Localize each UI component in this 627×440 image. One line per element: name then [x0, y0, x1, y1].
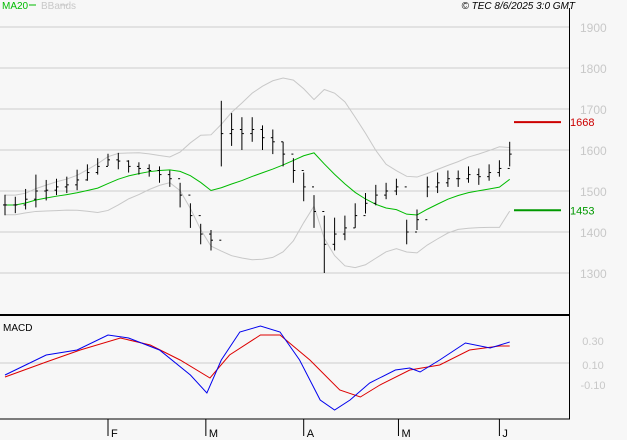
macd-line: [4, 325, 510, 411]
price-tick-label: 1800: [580, 62, 607, 76]
month-label: M: [209, 428, 218, 440]
copyright-timestamp: © TEC 8/6/2025 3:0 GMT: [461, 1, 575, 12]
stock-chart: 1300 1400 1500 1600 1700 1800 1900 0.30 0.10 -0.1…: [0, 0, 627, 440]
month-label: J: [502, 428, 508, 440]
chart-canvas: 1300 1400 1500 1600 1700 1800 1900 0.30 0.10 -0.1…: [0, 1, 607, 440]
price-tick-label: 1600: [580, 144, 607, 158]
price-tick-label: 1900: [580, 21, 607, 35]
bollinger-upper-band: [5, 77, 510, 196]
macd-tick-label: 0.10: [582, 360, 603, 372]
macd-tick-label: 0.30: [582, 336, 603, 348]
macd-signal-line: [4, 334, 510, 398]
month-label: A: [307, 428, 315, 440]
month-label: M: [401, 428, 410, 440]
price-tick-label: 1300: [580, 267, 607, 281]
resistance-level-label: 1668: [570, 117, 594, 129]
price-tick-label: 1500: [580, 185, 607, 199]
macd-tick-label: -0.10: [580, 380, 605, 392]
price-tick-label: 1700: [580, 103, 607, 117]
macd-title: MACD: [3, 323, 32, 334]
support-level-label: 1453: [570, 205, 594, 217]
legend-bbands: BBands: [41, 1, 76, 12]
price-tick-label: 1400: [580, 226, 607, 240]
ma20-line: [5, 152, 511, 216]
month-label: F: [111, 428, 118, 440]
legend-ma20: MA20: [2, 1, 29, 12]
bollinger-lower-band: [5, 182, 511, 269]
